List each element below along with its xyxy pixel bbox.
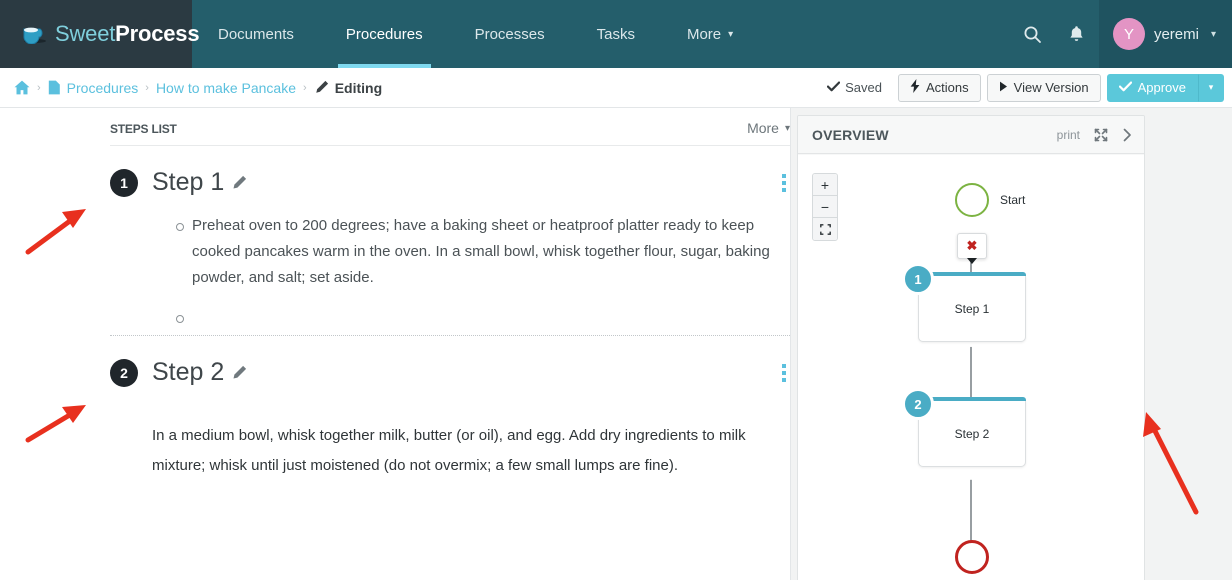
overview-column: OVERVIEW print + − Start ✖ Step 1 1 Step… [790, 108, 1232, 580]
main-content: STEPS LIST More ▾ 1 Step 1 Preheat oven … [0, 108, 1232, 580]
approve-button-label: Approve [1137, 80, 1186, 95]
breadcrumb-item-document[interactable]: How to make Pancake [156, 80, 296, 96]
step-header: 2 Step 2 [110, 358, 790, 387]
view-version-button-label: View Version [1013, 80, 1089, 95]
breadcrumb-separator: › [145, 81, 149, 94]
brand-name-bold: Process [115, 21, 200, 46]
nav-right-actions: Y yeremi ▾ [1011, 0, 1232, 68]
avatar: Y [1112, 18, 1145, 50]
saved-label: Saved [845, 80, 883, 95]
chevron-down-icon: ▾ [1208, 82, 1214, 92]
expand-arrows-icon[interactable] [1094, 128, 1108, 142]
breadcrumb: › Procedures › How to make Pancake › Edi… [14, 80, 382, 96]
top-navigation-bar: SweetProcess Documents Procedures Proces… [0, 0, 1232, 68]
check-icon [827, 80, 841, 95]
steps-more-menu[interactable]: More ▾ [747, 120, 790, 136]
actions-button-label: Actions [926, 80, 969, 95]
user-menu[interactable]: Y yeremi ▾ [1098, 0, 1232, 68]
pencil-icon[interactable] [231, 365, 247, 381]
nav-item-documents-label: Documents [218, 25, 294, 43]
play-icon [999, 80, 1008, 95]
kebab-menu-icon[interactable] [778, 360, 790, 386]
approve-button[interactable]: Approve [1106, 73, 1198, 102]
chevron-right-icon[interactable] [1122, 128, 1132, 142]
step-paragraph: In a medium bowl, whisk together milk, b… [152, 427, 746, 474]
flow-node-end[interactable] [955, 540, 989, 574]
step-item: 1 Step 1 Preheat oven to 200 degrees; ha… [110, 146, 790, 336]
nav-item-procedures[interactable]: Procedures [320, 0, 449, 68]
flow-node-step-2-label: Step 2 [954, 426, 990, 441]
home-icon[interactable] [14, 80, 30, 95]
document-icon [48, 80, 60, 95]
step-bullet-list: Preheat oven to 200 degrees; have a baki… [110, 213, 790, 323]
saved-status: Saved [827, 80, 882, 95]
overview-tools: print [1057, 128, 1132, 142]
pencil-icon[interactable] [231, 175, 247, 191]
overview-canvas[interactable]: + − Start ✖ Step 1 1 Step 2 2 [798, 155, 1144, 580]
overview-title: OVERVIEW [812, 126, 889, 143]
step-header: 1 Step 1 [110, 168, 790, 197]
brand-logo[interactable]: SweetProcess [0, 0, 200, 68]
flow-node-step-1[interactable]: Step 1 [918, 272, 1026, 342]
nav-item-more[interactable]: More ▾ [661, 0, 759, 68]
breadcrumb-bar: › Procedures › How to make Pancake › Edi… [0, 68, 1232, 108]
print-link[interactable]: print [1057, 128, 1080, 142]
flow-node-step-1-number: 1 [902, 263, 934, 295]
steps-list-title: STEPS LIST [110, 122, 177, 136]
breadcrumb-item-editing-label: Editing [334, 79, 383, 96]
nav-links: Documents Procedures Processes Tasks Mor… [192, 0, 1011, 68]
breadcrumb-separator: › [303, 81, 307, 94]
breadcrumb-item-editing: Editing [314, 80, 382, 96]
breadcrumb-separator: › [37, 81, 41, 94]
steps-column: STEPS LIST More ▾ 1 Step 1 Preheat oven … [0, 108, 790, 580]
step-title: Step 1 [152, 168, 225, 196]
bolt-icon [910, 79, 920, 96]
close-x-icon: ✖ [966, 238, 978, 253]
nav-item-tasks[interactable]: Tasks [571, 0, 661, 68]
step-item: 2 Step 2 In a medium bowl, whisk togethe… [110, 336, 790, 481]
check-icon [1118, 80, 1132, 95]
step-number-badge: 2 [110, 358, 138, 387]
flow-diagram [967, 239, 975, 559]
nav-item-procedures-label: Procedures [345, 25, 423, 43]
brand-name: SweetProcess [55, 21, 200, 47]
search-icon[interactable] [1011, 0, 1055, 68]
delete-step-button[interactable]: ✖ [957, 233, 987, 264]
list-item: Preheat oven to 200 degrees; have a baki… [176, 213, 790, 291]
steps-more-label: More [747, 120, 779, 136]
list-item [176, 305, 790, 323]
breadcrumb-item-procedures[interactable]: Procedures [67, 80, 139, 96]
overview-header: OVERVIEW print [798, 116, 1144, 154]
step-body: Preheat oven to 200 degrees; have a baki… [110, 213, 790, 323]
username-label: yeremi [1153, 25, 1199, 43]
view-version-button[interactable]: View Version [986, 73, 1101, 102]
nav-item-tasks-label: Tasks [596, 25, 635, 43]
nav-item-processes[interactable]: Processes [449, 0, 571, 68]
nav-item-documents[interactable]: Documents [192, 0, 320, 68]
page-action-buttons: Saved Actions View Version Approve ▾ [827, 73, 1224, 102]
flow-node-step-2-number: 2 [902, 388, 934, 420]
chevron-down-icon: ▾ [1210, 28, 1216, 40]
brand-name-light: Sweet [55, 21, 116, 46]
pencil-icon [314, 80, 329, 95]
coffee-cup-icon [22, 24, 48, 44]
chevron-down-icon: ▾ [728, 28, 734, 40]
nav-item-processes-label: Processes [474, 25, 545, 43]
overview-panel: OVERVIEW print + − Start ✖ Step 1 1 Step… [797, 115, 1145, 580]
flow-node-start-label: Start [1000, 193, 1026, 207]
step-spacer [110, 387, 790, 421]
step-number-badge: 1 [110, 168, 138, 197]
step-title: Step 2 [152, 358, 225, 386]
steps-list-header: STEPS LIST More ▾ [110, 120, 790, 146]
flow-node-start[interactable] [955, 183, 989, 217]
bell-icon[interactable] [1055, 0, 1099, 68]
kebab-menu-icon[interactable] [778, 170, 790, 196]
flow-node-step-1-label: Step 1 [954, 301, 990, 316]
flow-node-step-2[interactable]: Step 2 [918, 397, 1026, 467]
nav-item-more-label: More [686, 25, 722, 43]
actions-button[interactable]: Actions [898, 73, 981, 102]
approve-dropdown-toggle[interactable]: ▾ [1198, 73, 1224, 102]
